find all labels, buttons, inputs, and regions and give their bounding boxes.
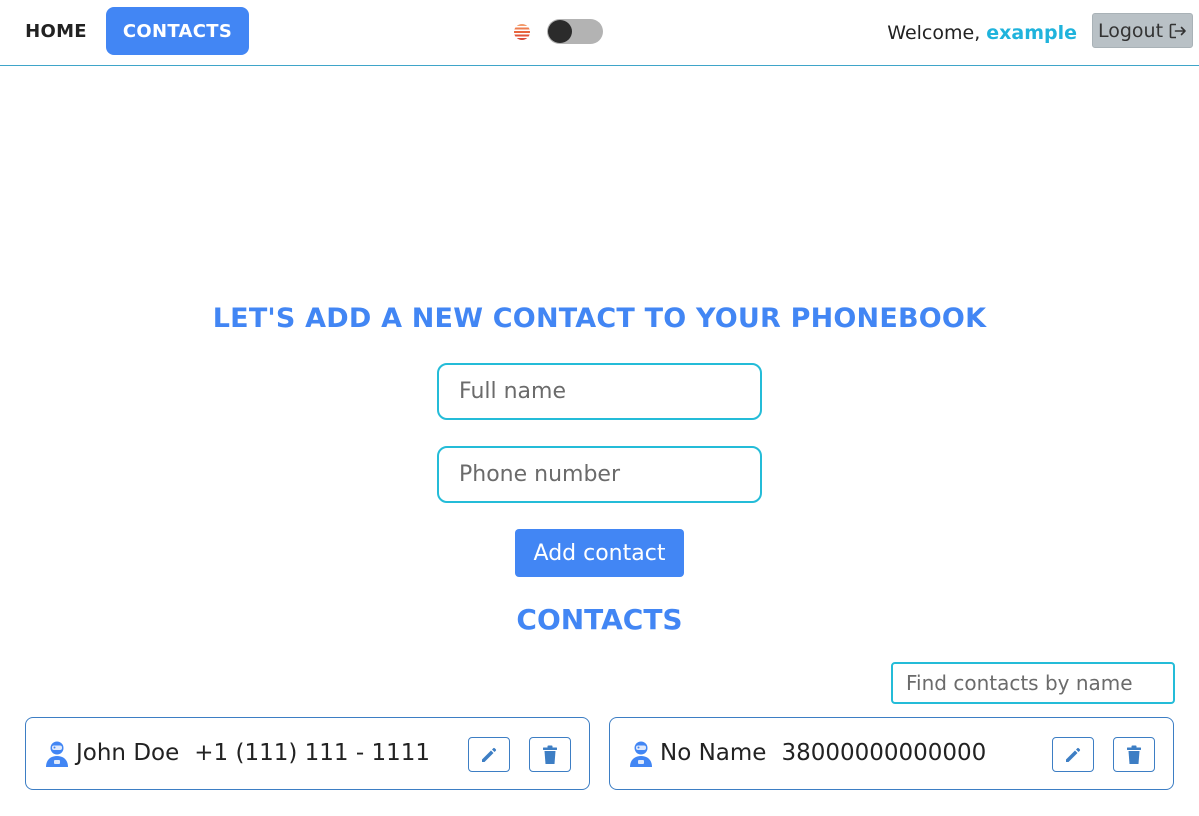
contact-name: John Doe — [76, 740, 180, 766]
delete-contact-button[interactable] — [529, 737, 571, 772]
edit-contact-button[interactable] — [1052, 737, 1094, 772]
nav-home-link[interactable]: HOME — [10, 7, 102, 55]
contact-name: No Name — [660, 740, 767, 766]
contact-card: John Doe +1 (111) 111 - 1111 — [25, 717, 590, 790]
welcome-message: Welcome, example — [887, 20, 1077, 46]
add-contact-button[interactable]: Add contact — [515, 529, 684, 577]
contact-card: No Name 38000000000000 — [609, 717, 1174, 790]
logout-button[interactable]: Logout — [1092, 13, 1193, 48]
contacts-title: CONTACTS — [516, 603, 683, 636]
contact-number: +1 (111) 111 - 1111 — [194, 740, 430, 766]
logout-label: Logout — [1097, 19, 1164, 42]
form-title: LET'S ADD A NEW CONTACT TO YOUR PHONEBOO… — [212, 303, 987, 334]
pencil-icon — [1066, 747, 1081, 762]
delete-contact-button[interactable] — [1113, 737, 1155, 772]
toggle-knob — [548, 20, 572, 43]
edit-contact-button[interactable] — [468, 737, 510, 772]
trash-icon — [1127, 745, 1141, 764]
contact-search-input[interactable] — [891, 662, 1175, 704]
username: example — [986, 22, 1077, 44]
contact-number: 38000000000000 — [781, 740, 987, 766]
contact-info: John Doe +1 (111) 111 - 1111 — [76, 740, 430, 766]
logout-icon — [1169, 23, 1186, 38]
nav-contacts-link[interactable]: CONTACTS — [106, 7, 249, 55]
welcome-label: Welcome, — [887, 22, 981, 44]
full-name-input[interactable] — [437, 363, 762, 420]
sun-icon — [514, 24, 530, 40]
theme-toggle[interactable] — [547, 19, 603, 44]
user-icon — [630, 741, 652, 767]
trash-icon — [543, 745, 557, 764]
pencil-icon — [482, 747, 497, 762]
contact-info: No Name 38000000000000 — [660, 740, 986, 766]
phone-number-input[interactable] — [437, 446, 762, 503]
user-icon — [46, 741, 68, 767]
top-nav-bar: HOME CONTACTS Welcome, example Logout — [0, 0, 1199, 66]
